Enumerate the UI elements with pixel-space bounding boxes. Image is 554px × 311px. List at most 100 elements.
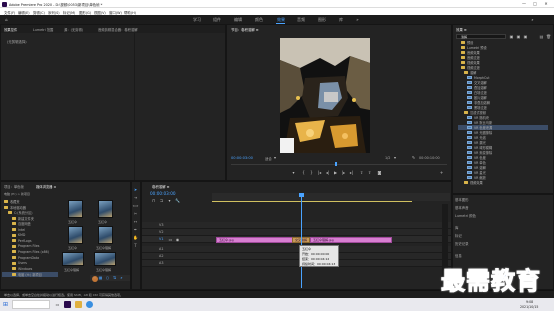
media-browser-tree-item[interactable]: 收藏夹 xyxy=(2,199,58,204)
workspace-libraries[interactable]: 库 xyxy=(339,17,343,23)
slip-tool-icon[interactable]: ↔ xyxy=(133,219,138,224)
timeline-clip[interactable]: 五红伞理解.jpg xyxy=(310,237,392,243)
media-thumbnail[interactable] xyxy=(98,226,113,244)
mark-out-icon[interactable]: } xyxy=(309,170,314,175)
export-frame-icon[interactable]: ◙ xyxy=(377,170,382,175)
panel-essential-graphics[interactable]: 基本图形 xyxy=(455,197,469,202)
more-workspaces-icon[interactable]: » xyxy=(355,17,360,22)
play-icon[interactable]: ▶ xyxy=(333,170,338,175)
fit-select[interactable]: 适合 xyxy=(265,156,272,161)
toggle-track-output-icon[interactable]: ◉ xyxy=(175,237,180,242)
selection-tool-icon[interactable]: ➤ xyxy=(133,187,138,192)
go-to-out-icon[interactable]: ▸| xyxy=(349,170,354,175)
pen-tool-icon[interactable]: ✒ xyxy=(133,227,138,232)
new-bin-icon[interactable]: ▤ xyxy=(539,34,544,39)
taskbar-app-premiere[interactable] xyxy=(64,301,71,308)
timeline-ruler[interactable] xyxy=(212,193,450,201)
taskbar-app-explorer[interactable] xyxy=(75,301,82,308)
effects-tree-item[interactable]: 视频效果 xyxy=(458,180,548,185)
tab-audio-clip-mixer[interactable]: 音频剪辑混合器：卷积溶解 xyxy=(98,27,138,32)
tab-project[interactable]: 项目：单色帧 xyxy=(4,184,24,189)
program-monitor-title[interactable]: 节目：卷积溶解 ≡ xyxy=(231,27,259,32)
step-back-icon[interactable]: ◂| xyxy=(325,170,330,175)
hand-tool-icon[interactable]: ✋ xyxy=(133,235,138,240)
track-label-v3[interactable]: V3 xyxy=(159,223,163,227)
workspace-audio[interactable]: 音频 xyxy=(297,17,305,23)
panel-lumetri-color[interactable]: Lumetri 颜色 xyxy=(455,213,476,218)
menu-sequence[interactable]: 序列(S) xyxy=(48,10,60,15)
add-marker-icon[interactable]: ▾ xyxy=(167,198,172,203)
workspace-learn[interactable]: 学习 xyxy=(193,17,201,23)
media-browser-tree-item[interactable]: Program Files xyxy=(2,244,58,249)
panel-history[interactable]: 历史记录 xyxy=(455,241,469,246)
wrench-icon[interactable]: ✎ xyxy=(411,155,416,160)
media-thumbnail[interactable] xyxy=(98,200,113,218)
linked-selection-icon[interactable]: ⊐ xyxy=(159,198,164,203)
timeline-playhead[interactable] xyxy=(301,193,302,288)
marker-icon[interactable]: ▾ xyxy=(291,170,296,175)
workspace-color[interactable]: 颜色 xyxy=(255,17,263,23)
track-label-v2[interactable]: V2 xyxy=(159,230,163,234)
taskbar-search-box[interactable] xyxy=(12,300,50,309)
timeline-work-area-bar[interactable] xyxy=(212,201,412,202)
media-browser-tree-item[interactable]: 新建文件夹 xyxy=(2,216,58,221)
media-browser-tree-item[interactable]: PerfLogs xyxy=(2,238,58,243)
media-browser-tree-item[interactable]: 本地驱动器 xyxy=(2,205,58,210)
effects-search-input[interactable]: 溶解 xyxy=(456,34,506,39)
yuv-effects-icon[interactable]: ▣ xyxy=(523,34,528,39)
media-browser-tree-item[interactable]: 电脑 (H:) 新项目 xyxy=(2,271,58,277)
media-browser-tree-item[interactable]: Program Files (x86) xyxy=(2,249,58,254)
search-folder-icon[interactable]: ⌕ xyxy=(119,276,124,281)
tab-lumetri-scopes[interactable]: Lumetri 范围 xyxy=(33,27,53,32)
type-tool-icon[interactable]: T xyxy=(133,243,138,248)
panel-essential-sound[interactable]: 基本声音 xyxy=(455,205,469,210)
add-button-icon[interactable]: + xyxy=(439,170,444,175)
zoom-slider-icon[interactable]: ○ xyxy=(105,276,110,281)
timeline-clip[interactable]: 五红伞.jpg xyxy=(216,237,296,243)
timeline-settings-icon[interactable]: 🔧 xyxy=(175,198,180,203)
lift-icon[interactable]: ⇧ xyxy=(359,170,364,175)
track-label-a3[interactable]: A3 xyxy=(159,261,163,265)
task-view-icon[interactable]: ▭ xyxy=(54,301,61,308)
media-thumbnail[interactable] xyxy=(94,252,116,266)
menu-window[interactable]: 窗口(W) xyxy=(109,10,122,15)
menu-clip[interactable]: 剪辑(C) xyxy=(33,10,45,15)
media-browser-tree-item[interactable]: Intel xyxy=(2,227,58,232)
step-forward-icon[interactable]: |▸ xyxy=(341,170,346,175)
workspace-graphics[interactable]: 图形 xyxy=(318,17,326,23)
sort-icon[interactable]: ⇅ xyxy=(112,276,117,281)
razor-tool-icon[interactable]: ✂ xyxy=(133,211,138,216)
effects-panel-title[interactable]: 效果 ≡ xyxy=(456,27,467,32)
maximize-button[interactable]: □ xyxy=(531,1,539,7)
timeline-playhead-head[interactable] xyxy=(299,193,304,197)
menu-graphics[interactable]: 图形(G) xyxy=(79,10,91,15)
program-scrubber-bar[interactable] xyxy=(231,164,447,165)
timeline-sequence-tab[interactable]: 卷积溶解 ≡ xyxy=(152,184,169,189)
workspace-assembly[interactable]: 组件 xyxy=(213,17,221,23)
32bit-effects-icon[interactable]: ▣ xyxy=(516,34,521,39)
ripple-edit-tool-icon[interactable]: ⟺ xyxy=(133,203,139,208)
menu-edit[interactable]: 编辑(E) xyxy=(18,10,30,15)
panel-libraries[interactable]: 库 xyxy=(455,225,458,230)
tab-effect-controls[interactable]: 效果控件 xyxy=(4,27,17,32)
zoom-dropdown-icon[interactable]: ▾ xyxy=(393,155,397,160)
search-icon[interactable]: ⌕ xyxy=(530,17,535,22)
media-thumbnail[interactable] xyxy=(68,226,83,244)
media-browser-tree-item[interactable]: ProgramData xyxy=(2,255,58,260)
extract-icon[interactable]: ⇪ xyxy=(367,170,372,175)
go-to-in-icon[interactable]: |◂ xyxy=(317,170,322,175)
timeline-timecode[interactable]: 00:00:03:00 xyxy=(150,191,176,196)
tab-media-browser[interactable]: 媒体浏览器 ≡ xyxy=(36,184,56,189)
toggle-sync-lock-icon[interactable]: ▭ xyxy=(168,237,173,242)
media-browser-tree-item[interactable]: 百度网盘 xyxy=(2,221,58,226)
taskbar-app-browser[interactable] xyxy=(86,301,93,308)
track-select-tool-icon[interactable]: ⇥ xyxy=(133,195,138,200)
workspace-edit[interactable]: 编辑 xyxy=(234,17,242,23)
accelerated-effects-icon[interactable]: ▣ xyxy=(509,34,514,39)
delete-icon[interactable]: 🗑 xyxy=(546,34,551,39)
mark-in-icon[interactable]: { xyxy=(301,170,306,175)
windows-start-icon[interactable]: ⊞ xyxy=(2,301,9,308)
zoom-select[interactable]: 1/2 xyxy=(385,156,390,160)
snap-icon[interactable]: ⊓ xyxy=(151,198,156,203)
media-browser-tree-item[interactable]: C:(系统分区) xyxy=(2,210,58,215)
